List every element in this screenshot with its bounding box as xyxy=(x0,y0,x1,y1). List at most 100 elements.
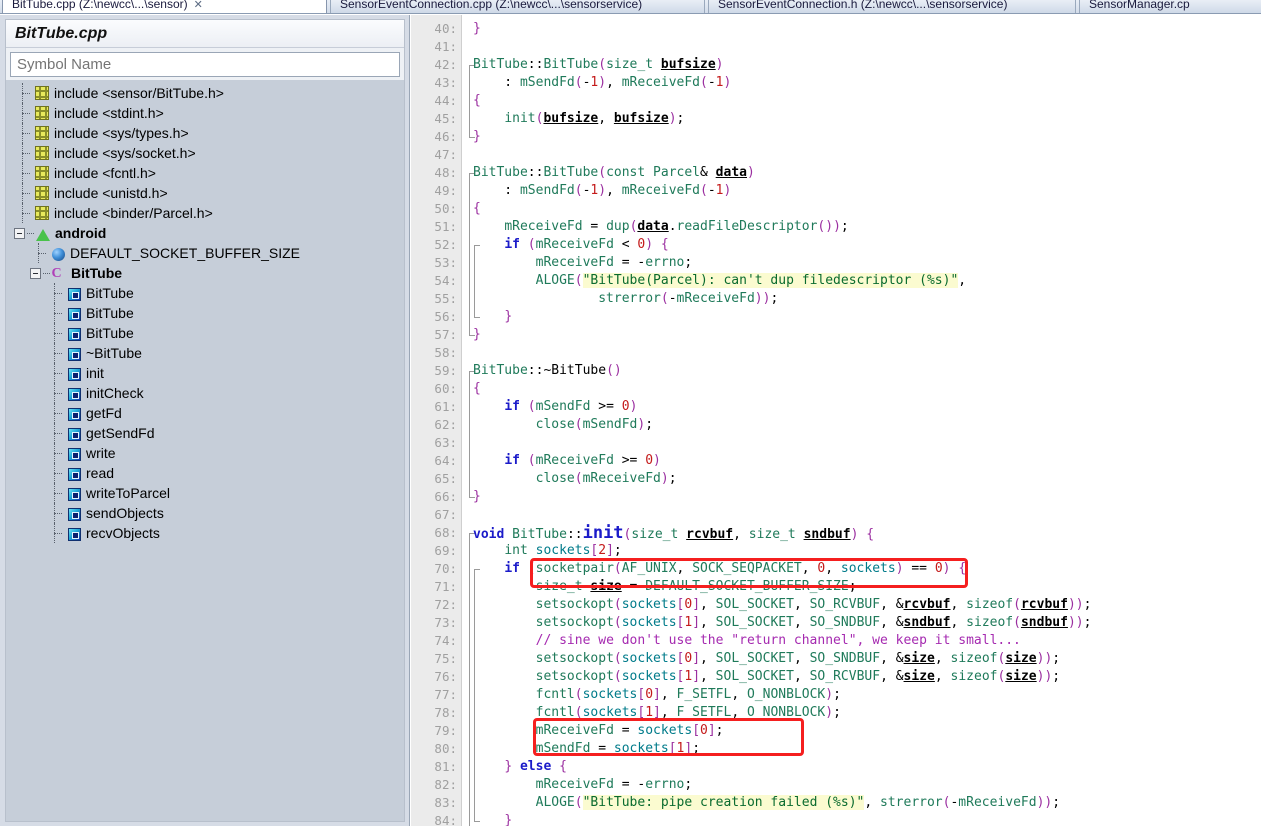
class-icon xyxy=(50,264,67,284)
tree-item-label: recvObjects xyxy=(86,525,160,541)
code-line[interactable]: if (mReceiveFd < 0) { xyxy=(473,236,668,254)
code-line[interactable]: if (mSendFd >= 0) xyxy=(473,398,637,416)
code-line[interactable]: // sine we don't use the "return channel… xyxy=(473,632,1021,650)
tree-item-default-socket-buffer-size[interactable]: DEFAULT_SOCKET_BUFFER_SIZE xyxy=(6,243,404,263)
code-line[interactable]: setsockopt(sockets[1], SOL_SOCKET, SO_RC… xyxy=(473,668,1060,686)
tree-item-include-binder-parcel-h[interactable]: include <binder/Parcel.h> xyxy=(6,203,404,223)
tree-item-bittube[interactable]: BitTube xyxy=(6,323,404,343)
symbol-tree[interactable]: include <sensor/BitTube.h> include <stdin… xyxy=(6,80,404,821)
code-line[interactable]: mSendFd = sockets[1]; xyxy=(473,740,700,758)
code-line[interactable]: if (socketpair(AF_UNIX, SOCK_SEQPACKET, … xyxy=(473,560,966,578)
tree-item-init[interactable]: init xyxy=(6,363,404,383)
tree-item-include-unistd-h[interactable]: include <unistd.h> xyxy=(6,183,404,203)
code-line[interactable]: mReceiveFd = sockets[0]; xyxy=(473,722,724,740)
code-editor[interactable]: 40: 41: 42: 43: 44: 45: 46: 47: 48: 49: 50: 51: 52: 5… xyxy=(411,15,1261,826)
code-line[interactable]: if (mReceiveFd >= 0) xyxy=(473,452,661,470)
code-line[interactable]: mReceiveFd = dup(data.readFileDescriptor… xyxy=(473,218,848,236)
include-icon xyxy=(33,105,50,121)
code-line[interactable]: } xyxy=(473,20,481,38)
code-line[interactable]: fcntl(sockets[0], F_SETFL, O_NONBLOCK); xyxy=(473,686,841,704)
code-line[interactable]: close(mReceiveFd); xyxy=(473,470,677,488)
method-icon xyxy=(65,345,82,361)
symbol-name-search-input[interactable] xyxy=(10,52,400,77)
code-line[interactable]: setsockopt(sockets[0], SOL_SOCKET, SO_SN… xyxy=(473,650,1060,668)
code-line[interactable]: strerror(-mReceiveFd)); xyxy=(473,290,778,308)
method-icon xyxy=(65,385,82,401)
line-number: 83: xyxy=(434,795,457,810)
tree-expander-collapse-icon[interactable] xyxy=(14,227,25,239)
tree-item-bittube[interactable]: BitTube xyxy=(6,283,404,303)
tree-item-bittube[interactable]: BitTube xyxy=(6,263,404,284)
tree-item-getsendfd[interactable]: getSendFd xyxy=(6,423,404,443)
line-number: 62: xyxy=(434,417,457,432)
tree-item-initcheck[interactable]: initCheck xyxy=(6,383,404,403)
line-number: 61: xyxy=(434,399,457,414)
editor-tab-label: BitTube.cpp (Z:\newcc\...\sensor) xyxy=(12,0,188,11)
tree-connector xyxy=(52,483,65,503)
line-number: 70: xyxy=(434,561,457,576)
fold-region-line xyxy=(469,533,470,826)
code-line[interactable]: } xyxy=(473,326,481,344)
tree-item-label: include <sys/socket.h> xyxy=(54,145,196,161)
code-line[interactable]: { xyxy=(473,200,481,218)
tree-item-android[interactable]: android xyxy=(6,223,404,243)
tree-item-label: BitTube xyxy=(86,305,134,321)
close-icon[interactable]: ✕ xyxy=(194,0,203,13)
tree-item-bittube[interactable]: ~BitTube xyxy=(6,343,404,363)
editor-tab-1[interactable]: SensorEventConnection.cpp (Z:\newcc\...\… xyxy=(330,0,705,13)
tree-item-include-fcntl-h[interactable]: include <fcntl.h> xyxy=(6,163,404,183)
tree-item-getfd[interactable]: getFd xyxy=(6,403,404,423)
tree-item-include-sensor-bittube-h[interactable]: include <sensor/BitTube.h> xyxy=(6,83,404,103)
editor-tab-3[interactable]: SensorManager.cp xyxy=(1079,0,1261,13)
line-number: 82: xyxy=(434,777,457,792)
code-line[interactable]: : mSendFd(-1), mReceiveFd(-1) xyxy=(473,182,731,200)
code-line[interactable]: BitTube::BitTube(size_t bufsize) xyxy=(473,56,724,74)
line-number: 79: xyxy=(434,723,457,738)
code-line[interactable]: } else { xyxy=(473,758,567,776)
tree-item-write[interactable]: write xyxy=(6,443,404,463)
code-line[interactable]: { xyxy=(473,92,481,110)
code-line[interactable]: } xyxy=(473,128,481,146)
tree-item-recvobjects[interactable]: recvObjects xyxy=(6,523,404,543)
tree-item-include-sys-socket-h[interactable]: include <sys/socket.h> xyxy=(6,143,404,163)
tree-item-include-stdint-h[interactable]: include <stdint.h> xyxy=(6,103,404,123)
code-line[interactable]: BitTube::BitTube(const Parcel& data) xyxy=(473,164,755,182)
line-number: 80: xyxy=(434,741,457,756)
method-icon xyxy=(65,485,82,501)
line-number: 51: xyxy=(434,219,457,234)
line-number: 65: xyxy=(434,471,457,486)
line-number: 69: xyxy=(434,543,457,558)
code-line[interactable]: void BitTube::init(size_t rcvbuf, size_t… xyxy=(473,524,874,542)
code-line[interactable]: : mSendFd(-1), mReceiveFd(-1) xyxy=(473,74,731,92)
code-line[interactable]: setsockopt(sockets[0], SOL_SOCKET, SO_RC… xyxy=(473,596,1092,614)
code-line[interactable]: } xyxy=(473,488,481,506)
code-line[interactable]: fcntl(sockets[1], F_SETFL, O_NONBLOCK); xyxy=(473,704,841,722)
tree-item-label: include <stdint.h> xyxy=(54,105,164,121)
line-number: 68: xyxy=(434,525,457,540)
tree-item-label: BitTube xyxy=(71,265,123,281)
tree-item-writetoparcel[interactable]: writeToParcel xyxy=(6,483,404,503)
code-line[interactable]: close(mSendFd); xyxy=(473,416,653,434)
code-line[interactable]: mReceiveFd = -errno; xyxy=(473,254,693,272)
editor-tab-0[interactable]: BitTube.cpp (Z:\newcc\...\sensor) ✕ xyxy=(2,0,327,13)
code-line[interactable]: mReceiveFd = -errno; xyxy=(473,776,693,794)
code-line[interactable]: BitTube::~BitTube() xyxy=(473,362,622,380)
tree-item-read[interactable]: read xyxy=(6,463,404,483)
code-line[interactable]: init(bufsize, bufsize); xyxy=(473,110,684,128)
tree-item-label: initCheck xyxy=(86,385,144,401)
code-line[interactable]: size_t size = DEFAULT_SOCKET_BUFFER_SIZE… xyxy=(473,578,857,596)
code-line[interactable]: setsockopt(sockets[1], SOL_SOCKET, SO_SN… xyxy=(473,614,1092,632)
line-number: 84: xyxy=(434,813,457,826)
code-line[interactable]: int sockets[2]; xyxy=(473,542,621,560)
code-line[interactable]: } xyxy=(473,308,512,326)
code-line[interactable]: { xyxy=(473,380,481,398)
tree-item-include-sys-types-h[interactable]: include <sys/types.h> xyxy=(6,123,404,143)
tree-expander-collapse-icon[interactable] xyxy=(30,267,41,279)
editor-tab-2[interactable]: SensorEventConnection.h (Z:\newcc\...\se… xyxy=(708,0,1076,13)
code-line[interactable]: } xyxy=(473,812,512,826)
line-number: 44: xyxy=(434,93,457,108)
code-line[interactable]: ALOGE("BitTube: pipe creation failed (%s… xyxy=(473,794,1060,812)
tree-item-bittube[interactable]: BitTube xyxy=(6,303,404,323)
tree-item-sendobjects[interactable]: sendObjects xyxy=(6,503,404,523)
code-line[interactable]: ALOGE("BitTube(Parcel): can't dup filede… xyxy=(473,272,966,290)
